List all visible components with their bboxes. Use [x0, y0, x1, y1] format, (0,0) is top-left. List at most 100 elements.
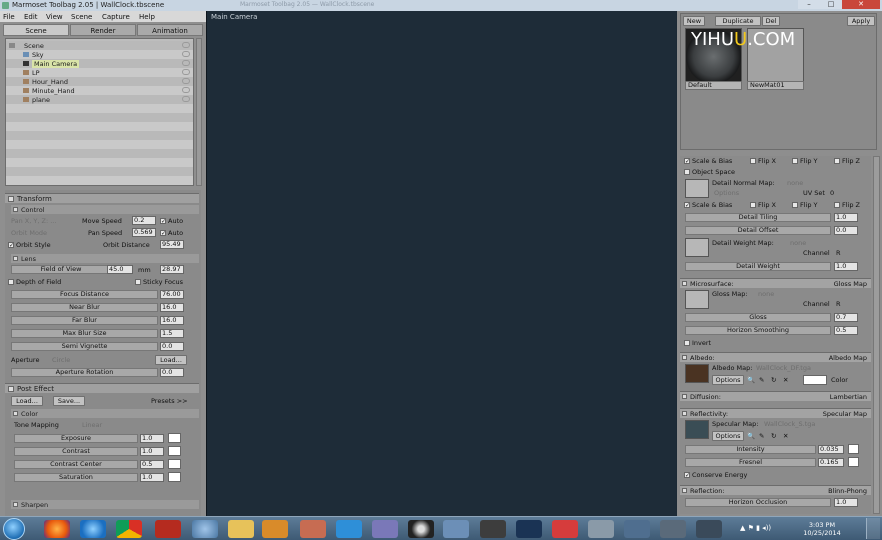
exposure-slider[interactable]: Exposure: [14, 434, 138, 443]
section-albedo[interactable]: Albedo: Albedo Map: [680, 352, 871, 362]
detail-tiling-slider[interactable]: Detail Tiling: [685, 213, 831, 222]
mm-field[interactable]: 28.97: [160, 265, 184, 274]
chrome-icon[interactable]: [116, 520, 142, 538]
albedo-map-thumbnail[interactable]: [685, 364, 709, 383]
collapse-icon[interactable]: [682, 411, 687, 416]
microsurface-mode[interactable]: Gloss Map: [834, 280, 867, 288]
detail-offset-slider[interactable]: Detail Offset: [685, 226, 831, 235]
aperture-load-button[interactable]: Load...: [155, 355, 187, 365]
collapse-icon[interactable]: [8, 196, 14, 202]
contrast-slider[interactable]: Contrast: [14, 447, 138, 456]
section-color[interactable]: Color: [11, 409, 199, 418]
section-lens[interactable]: Lens: [11, 254, 199, 263]
pencil-icon[interactable]: ✎: [759, 376, 764, 385]
outliner-item-sky[interactable]: Sky: [6, 50, 193, 59]
intensity-color-swatch[interactable]: [848, 444, 859, 454]
tab-render[interactable]: Render: [70, 24, 136, 36]
specular-map-thumbnail[interactable]: [685, 420, 709, 439]
menu-capture[interactable]: Capture: [102, 13, 130, 21]
focus-distance-slider[interactable]: Focus Distance: [11, 290, 158, 299]
minimize-button[interactable]: –: [798, 0, 820, 9]
gloss-map-thumbnail[interactable]: [685, 290, 709, 309]
windows-start-icon[interactable]: [3, 518, 25, 540]
field-of-view-field[interactable]: 45.0: [107, 265, 133, 274]
move-speed-field[interactable]: 0.2: [132, 216, 156, 225]
flip-z-checkbox-2[interactable]: [834, 202, 840, 208]
max-blur-size-slider[interactable]: Max Blur Size: [11, 329, 158, 338]
apply-material-button[interactable]: Apply: [847, 16, 875, 26]
detail-tiling-field[interactable]: 1.0: [834, 213, 858, 222]
internet-explorer-icon[interactable]: [80, 520, 106, 538]
filezilla-icon[interactable]: [155, 520, 181, 538]
menu-file[interactable]: File: [3, 13, 15, 21]
tab-scene[interactable]: Scene: [3, 24, 69, 36]
pencil-icon[interactable]: ✎: [759, 432, 764, 441]
semi-vignette-field[interactable]: 0.0: [160, 342, 184, 351]
intensity-field[interactable]: 0.035: [818, 445, 844, 454]
refresh-icon[interactable]: ↻: [771, 432, 776, 441]
fresnel-slider[interactable]: Fresnel: [685, 458, 816, 467]
intensity-slider[interactable]: Intensity: [685, 445, 816, 454]
albedo-options-button[interactable]: Options: [712, 375, 744, 385]
material-name-newmat01[interactable]: NewMat01: [747, 81, 804, 90]
menu-view[interactable]: View: [46, 13, 63, 21]
flip-x-checkbox[interactable]: [750, 158, 756, 164]
channel-value-2[interactable]: R: [836, 300, 841, 309]
tone-mapping-value[interactable]: Linear: [82, 421, 102, 430]
exposure-field[interactable]: 1.0: [140, 434, 164, 443]
channel-value[interactable]: R: [836, 249, 841, 258]
media-player-icon[interactable]: [262, 520, 288, 538]
scale-bias-checkbox-2[interactable]: ✓: [684, 202, 690, 209]
marmoset-icon[interactable]: [408, 520, 434, 538]
aperture-rotation-field[interactable]: 0.0: [160, 368, 184, 377]
detail-weight-field[interactable]: 1.0: [834, 262, 858, 271]
near-blur-field[interactable]: 16.0: [160, 303, 184, 312]
gear-app-icon[interactable]: [660, 520, 686, 538]
photoshop-icon[interactable]: [516, 520, 542, 538]
zbrush-icon[interactable]: [480, 520, 506, 538]
detail-weight-slider[interactable]: Detail Weight: [685, 262, 831, 271]
system-tray-icons[interactable]: ▲ ⚑ ▮ ◂)): [740, 524, 771, 532]
menu-scene[interactable]: Scene: [71, 13, 92, 21]
pan-speed-field[interactable]: 0.569: [132, 228, 156, 237]
tools-icon[interactable]: [300, 520, 326, 538]
collapse-icon[interactable]: [8, 386, 14, 392]
detail-weight-map-thumbnail[interactable]: [685, 238, 709, 257]
show-desktop-button[interactable]: [866, 518, 880, 539]
depth-of-field-checkbox[interactable]: [8, 279, 14, 285]
invert-checkbox[interactable]: [684, 340, 690, 346]
exposure-color-swatch[interactable]: [168, 433, 181, 443]
viewport-camera-label[interactable]: Main Camera: [211, 13, 257, 21]
contrast-field[interactable]: 1.0: [140, 447, 164, 456]
menu-edit[interactable]: Edit: [24, 13, 38, 21]
search-icon[interactable]: 🔍: [747, 432, 755, 441]
post-save-button[interactable]: Save...: [53, 396, 85, 406]
auto-pan-checkbox[interactable]: ✓: [160, 230, 166, 237]
collapse-icon[interactable]: [13, 256, 18, 261]
aperture-rotation-slider[interactable]: Aperture Rotation: [11, 368, 158, 377]
visibility-eye-icon[interactable]: [182, 96, 190, 102]
flip-z-checkbox[interactable]: [834, 158, 840, 164]
far-blur-slider[interactable]: Far Blur: [11, 316, 158, 325]
visibility-eye-icon[interactable]: [182, 51, 190, 57]
3d-viewport[interactable]: Main Camera: [206, 11, 676, 516]
camera-app-icon[interactable]: [588, 520, 614, 538]
orbit-distance-field[interactable]: 95.49: [160, 240, 184, 249]
focus-distance-field[interactable]: 76.00: [160, 290, 184, 299]
field-of-view-slider[interactable]: Field of View: [11, 265, 111, 274]
albedo-mode[interactable]: Albedo Map: [829, 354, 867, 362]
visibility-eye-icon[interactable]: [182, 60, 190, 66]
saturation-slider[interactable]: Saturation: [14, 473, 138, 482]
right-panel-scrollbar[interactable]: [873, 156, 880, 514]
section-sharpen[interactable]: Sharpen: [11, 500, 199, 509]
near-blur-slider[interactable]: Near Blur: [11, 303, 158, 312]
delete-material-button[interactable]: Del: [762, 16, 780, 26]
collapse-icon[interactable]: [682, 488, 687, 493]
section-transform[interactable]: Transform: [5, 193, 199, 203]
fresnel-field[interactable]: 0.165: [818, 458, 844, 467]
system-clock[interactable]: 3:03 PM 10/25/2014: [792, 521, 852, 537]
section-diffusion[interactable]: Diffusion: Lambertian: [680, 391, 871, 401]
detail-offset-field[interactable]: 0.0: [834, 226, 858, 235]
outliner-item-minute-hand[interactable]: Minute_Hand: [6, 86, 193, 95]
detail-normal-options[interactable]: Options: [714, 189, 739, 198]
